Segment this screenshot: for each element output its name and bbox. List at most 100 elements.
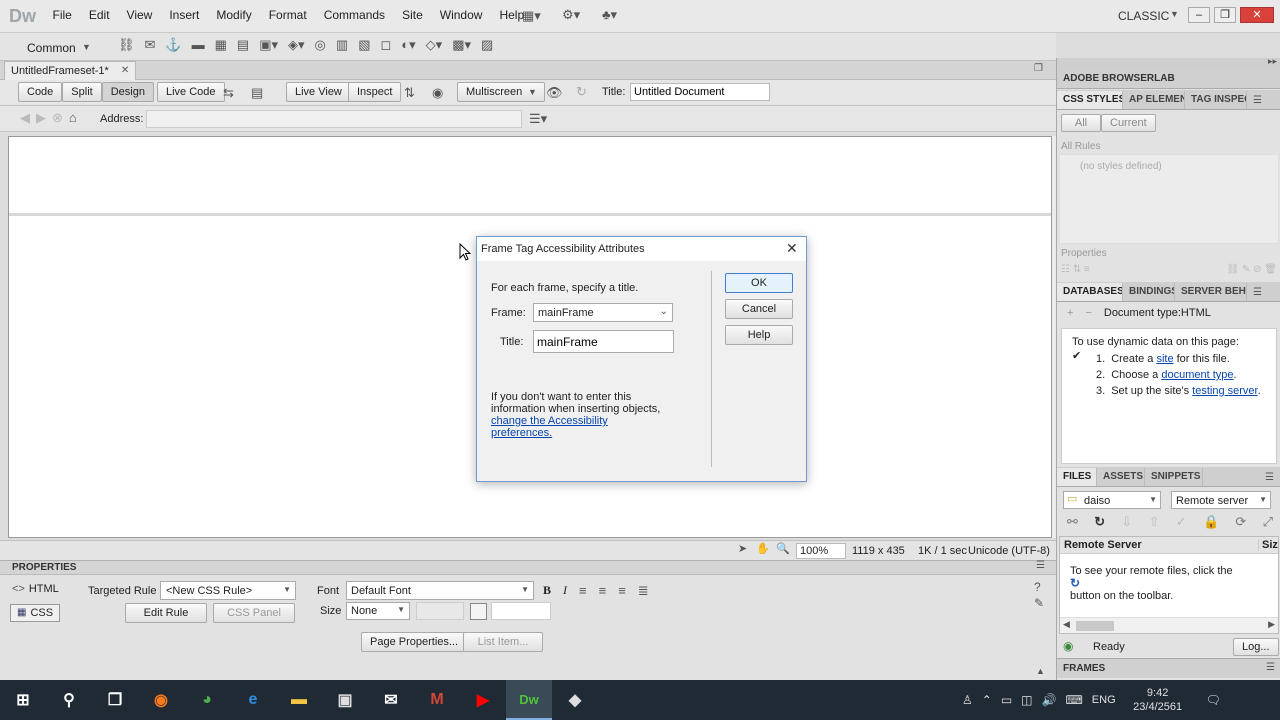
menu-insert[interactable]: Insert [161,8,208,22]
horizontal-scrollbar[interactable]: ◀ ▶ [1060,617,1278,633]
rules-list[interactable]: (no styles defined) [1059,154,1279,244]
align-left-icon[interactable]: ≡ [579,584,587,597]
back-icon[interactable]: ◀ [20,111,30,124]
connect-icon[interactable]: ⚯ [1067,514,1078,530]
forward-icon[interactable]: ▶ [36,111,46,124]
browserlab-panel[interactable]: ADOBE BROWSERLAB [1057,69,1280,89]
expand-icon[interactable]: ⤢ [1263,514,1273,530]
step-link[interactable]: document type [1161,369,1233,381]
panel-menu-icon[interactable]: ☰ [1036,561,1045,571]
restore-doc-icon[interactable]: ❐ [1034,64,1043,74]
frame-border[interactable] [9,213,1051,216]
store-icon[interactable]: ▣ [322,680,368,720]
document-tab[interactable]: UntitledFrameset-1* ✕ [4,61,137,80]
list-item-button[interactable]: List Item... [463,632,543,652]
image-icon[interactable]: ▣▾ [259,38,278,51]
start-icon[interactable]: ⊞ [0,680,46,720]
live-view-button[interactable]: Live View [286,82,351,102]
app-icon[interactable]: ◆ [552,680,598,720]
file-management-icon[interactable]: ⇅ [404,86,415,99]
check-in-icon[interactable]: 🔒 [1203,514,1219,530]
tab-databases[interactable]: DATABASES [1057,283,1123,301]
mail-icon[interactable]: ✉ [368,680,414,720]
accessibility-preferences-link[interactable]: change the Accessibility preferences. [491,415,608,439]
edge-icon[interactable]: e [230,680,276,720]
rule-actions-icon[interactable]: ⛓ ✎ ⊘ 🗑 [1227,264,1277,275]
restore-button[interactable]: ❐ [1214,7,1236,23]
chevron-down-icon[interactable]: ▼ [82,43,91,52]
close-icon[interactable]: ✕ [786,241,798,255]
step-link[interactable]: site [1156,353,1173,365]
remote-server-header[interactable]: Remote Server [1064,539,1142,551]
dreamweaver-icon[interactable]: Dw [506,680,552,720]
date-icon[interactable]: ▥ [336,38,348,51]
visual-aids-icon[interactable]: 👁 [546,86,563,99]
edit-rule-button[interactable]: Edit Rule [125,603,207,623]
menu-view[interactable]: View [118,8,161,22]
check-out-icon[interactable]: ✓ [1176,514,1187,530]
html-mode-button[interactable]: <> HTML [12,583,59,595]
code-view-button[interactable]: Code [18,82,63,102]
tab-bindings[interactable]: BINDINGS [1123,283,1175,301]
color-input[interactable] [491,602,551,620]
quick-tag-editor-icon[interactable]: ✎ [1034,597,1044,609]
live-code-button[interactable]: Live Code [157,82,225,102]
minimize-button[interactable]: – [1188,7,1210,23]
add-icon[interactable]: + [1067,307,1073,319]
view-options-icon[interactable]: ☷ ⇅ ≡ [1061,264,1090,275]
debug-icon[interactable]: ⇆ [223,86,234,99]
align-right-icon[interactable]: ≡ [618,584,626,597]
frame-select[interactable]: mainFrame ⌄ [533,303,673,322]
email-link-icon[interactable]: ✉ [145,38,156,51]
comment-icon[interactable]: ◻ [380,38,391,51]
file-explorer-icon[interactable]: ▬ [276,680,322,720]
server-view-select[interactable]: Remote server ▼ [1171,491,1271,509]
browser-options-icon[interactable]: ☰▾ [529,112,547,125]
inspect-button[interactable]: Inspect [348,82,402,102]
tab-css-styles[interactable]: CSS STYLES [1057,91,1123,109]
menu-modify[interactable]: Modify [208,8,260,22]
menu-format[interactable]: Format [260,8,315,22]
notification-icon[interactable]: 🗨 [1206,693,1221,707]
title-field[interactable] [533,330,674,353]
close-button[interactable]: ✕ [1240,7,1274,23]
select-tool-icon[interactable]: ➤ [738,544,747,555]
targeted-rule-select[interactable]: <New CSS Rule> ▼ [160,581,296,600]
scroll-right-icon[interactable]: ▶ [1268,620,1275,629]
chevron-down-icon[interactable]: ▼ [528,88,537,97]
panel-menu-icon[interactable]: ☰ [1253,288,1262,301]
menu-file[interactable]: File [44,8,80,22]
panel-menu-icon[interactable]: ☰ [1253,96,1262,109]
split-view-button[interactable]: Split [62,82,102,102]
file-list[interactable]: Remote Server Siz To see your remote fil… [1059,536,1279,634]
size-unit-select[interactable] [416,602,464,620]
tab-ap-elements[interactable]: AP ELEMENT [1123,91,1185,109]
log-button[interactable]: Log... [1233,638,1279,656]
hyperlink-icon[interactable]: ⛓ [118,38,135,51]
stop-icon[interactable]: ⊗ [52,111,63,124]
tab-tag-inspector[interactable]: TAG INSPEC [1185,91,1247,109]
div-icon[interactable]: ▤ [237,38,249,51]
align-center-icon[interactable]: ≡ [599,584,607,597]
frames-panel[interactable]: FRAMES ☰ [1057,658,1280,678]
extend-icon[interactable]: ⚙▾ [562,8,580,21]
workspace-switcher[interactable]: CLASSIC [1118,9,1169,23]
task-view-icon[interactable]: ❐ [92,680,138,720]
dialog-title-bar[interactable]: Frame Tag Accessibility Attributes ✕ [477,237,806,261]
home-icon[interactable]: ⌂ [69,111,77,124]
page-properties-button[interactable]: Page Properties... [361,632,468,652]
css-panel-button[interactable]: CSS Panel [213,603,295,623]
help-button[interactable]: Help [725,325,793,345]
cancel-button[interactable]: Cancel [725,299,793,319]
ok-button[interactable]: OK [725,273,793,293]
menu-window[interactable]: Window [431,8,491,22]
tag-chooser-icon[interactable]: ▨ [481,38,493,51]
menu-commands[interactable]: Commands [315,8,393,22]
chrome-icon[interactable]: ◕ [184,680,230,720]
people-icon[interactable]: ♙ [962,693,973,707]
zoom-tool-icon[interactable]: 🔍 [776,544,790,555]
keyboard-icon[interactable]: ⌨ [1065,693,1082,707]
close-icon[interactable]: ✕ [121,66,129,76]
volume-icon[interactable]: 🔊 [1042,693,1057,707]
color-swatch[interactable] [470,603,487,620]
